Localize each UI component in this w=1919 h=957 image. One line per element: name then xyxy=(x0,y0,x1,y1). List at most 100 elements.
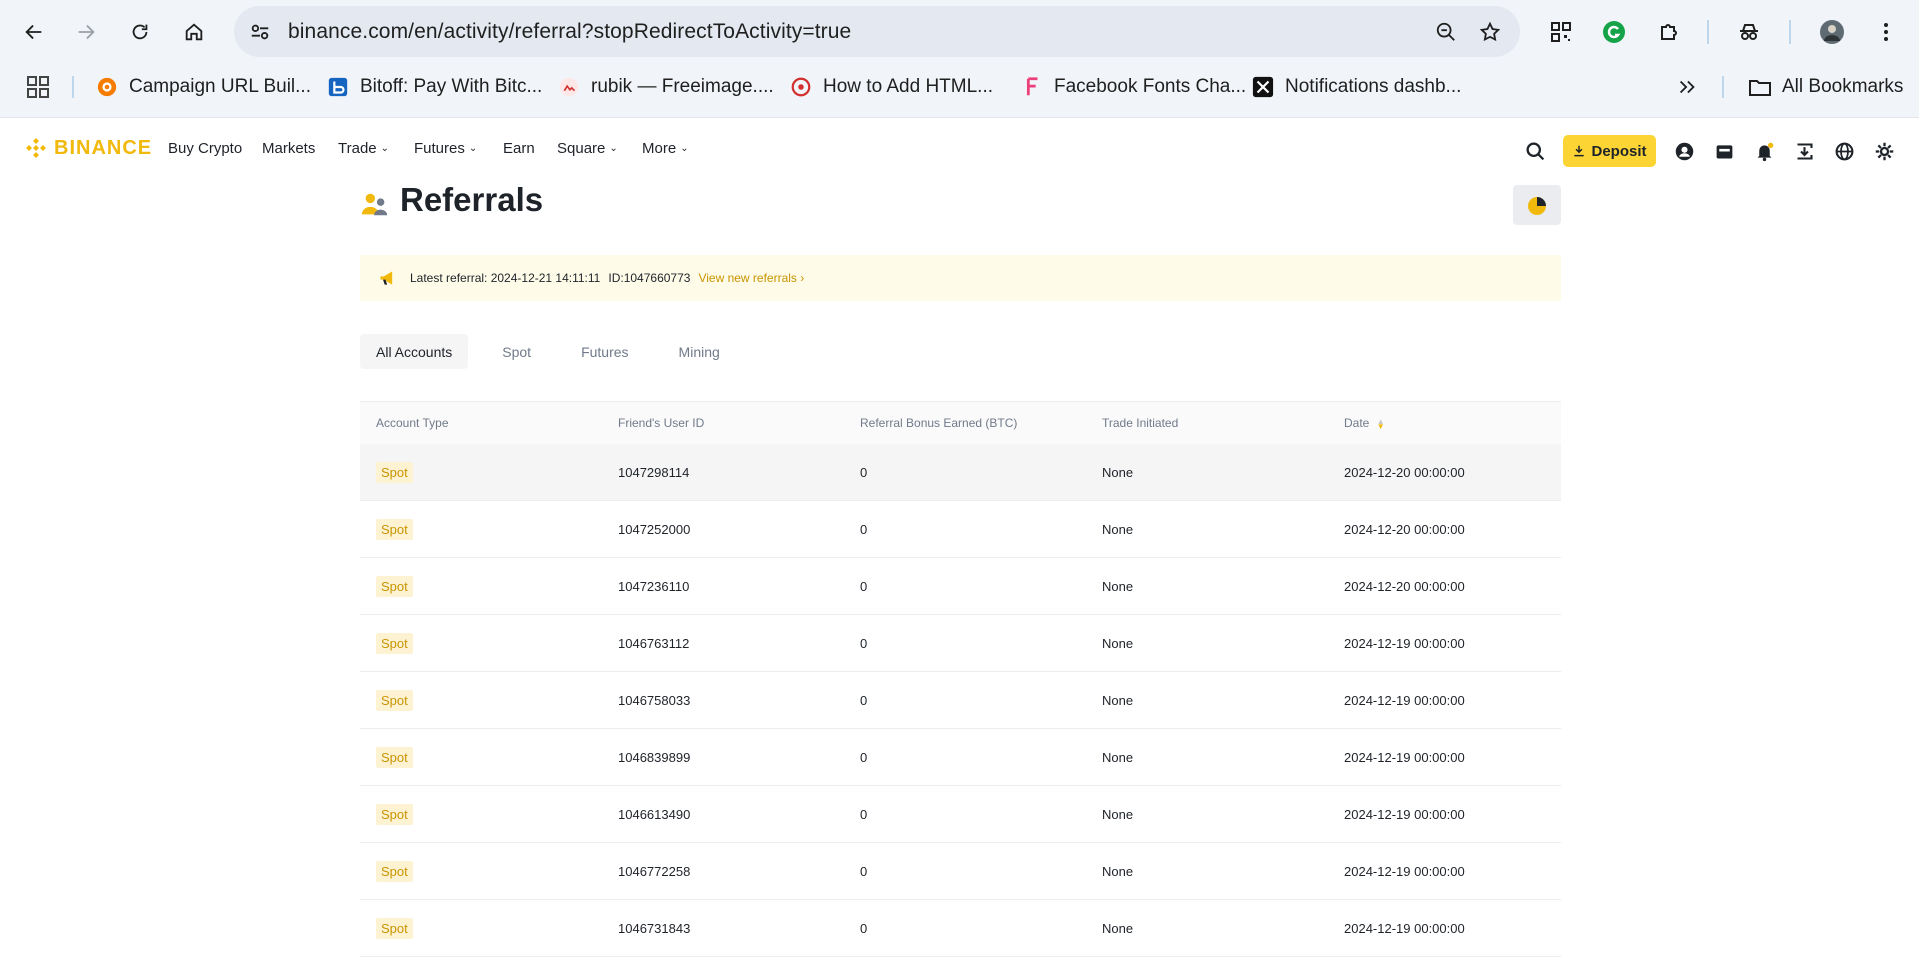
address-bar[interactable]: binance.com/en/activity/referral?stopRed… xyxy=(234,6,1520,57)
nav-more[interactable]: More ⌄ xyxy=(642,140,689,157)
account-type-badge: Spot xyxy=(376,461,413,483)
view-new-referrals-link[interactable]: View new referrals › xyxy=(698,271,804,285)
downloads-button[interactable] xyxy=(1792,139,1816,163)
tab-spot[interactable]: Spot xyxy=(486,334,547,369)
extensions-button[interactable] xyxy=(1651,14,1687,50)
tab-futures[interactable]: Futures xyxy=(565,334,644,369)
latest-referral-notice: Latest referral: 2024-12-21 14:11:11 ID:… xyxy=(360,255,1561,301)
table-row: Spot 1046613490 0 None 2024-12-19 00:00:00 xyxy=(360,786,1561,843)
table-cell: 2024-12-20 00:00:00 xyxy=(1344,464,1465,480)
sort-icon[interactable]: ▲ ▼ xyxy=(1377,417,1385,430)
site-search-button[interactable] xyxy=(1523,139,1547,163)
avatar-icon xyxy=(1820,20,1844,44)
notifications-button[interactable] xyxy=(1752,139,1776,163)
table-cell: 0 xyxy=(860,692,868,708)
reload-icon xyxy=(132,24,148,40)
profile-button[interactable] xyxy=(1814,14,1850,50)
search-icon xyxy=(1525,141,1544,160)
bookmark-star-button[interactable] xyxy=(1472,14,1508,50)
facebook-fonts-icon xyxy=(1020,75,1044,99)
table-cell: Spot xyxy=(360,746,602,768)
nav-markets[interactable]: Markets xyxy=(262,140,315,157)
table-cell: 0 xyxy=(860,920,868,936)
table-cell: None xyxy=(1102,635,1134,651)
table-cell: 1046772258 xyxy=(618,863,691,879)
nav-trade[interactable]: Trade ⌄ xyxy=(338,140,389,157)
table-row: Spot 1046763112 0 None 2024-12-19 00:00:00 xyxy=(360,615,1561,672)
table-cell: None xyxy=(1102,521,1134,537)
binance-logo[interactable]: BINANCE xyxy=(24,136,152,160)
nav-square[interactable]: Square ⌄ xyxy=(557,140,618,157)
nav-label: More xyxy=(642,140,677,157)
stats-chart-button[interactable] xyxy=(1513,185,1561,225)
user-icon xyxy=(1675,142,1693,160)
nav-label: Earn xyxy=(503,140,535,157)
qr-code-icon xyxy=(1551,22,1571,42)
binance-diamond-icon xyxy=(26,138,46,158)
bookmark-item[interactable]: Campaign URL Buil... xyxy=(95,66,311,108)
notice-text: Latest referral: 2024-12-21 14:11:11 xyxy=(410,271,601,285)
account-type-badge: Spot xyxy=(376,632,413,654)
tab-mining[interactable]: Mining xyxy=(663,334,736,369)
zoom-button[interactable] xyxy=(1428,14,1464,50)
home-button[interactable] xyxy=(176,14,212,50)
incognito-icon xyxy=(1740,24,1758,40)
more-bookmarks-button[interactable] xyxy=(1676,66,1698,108)
nav-futures[interactable]: Futures ⌄ xyxy=(414,140,477,157)
table-cell: None xyxy=(1102,692,1134,708)
folder-icon xyxy=(1748,75,1772,99)
language-button[interactable] xyxy=(1832,139,1856,163)
table-cell: None xyxy=(1102,749,1134,765)
download-icon xyxy=(1574,145,1585,157)
nav-buy-crypto[interactable]: Buy Crypto xyxy=(168,140,242,157)
table-cell: Spot xyxy=(360,803,602,825)
notice-id: ID:1047660773 xyxy=(608,271,691,285)
table-cell: 2024-12-19 00:00:00 xyxy=(1344,692,1465,708)
all-bookmarks-button[interactable]: All Bookmarks xyxy=(1748,66,1903,108)
incognito-button[interactable] xyxy=(1731,14,1767,50)
settings-button[interactable] xyxy=(1872,139,1896,163)
wallet-button[interactable] xyxy=(1712,139,1736,163)
table-cell: 0 xyxy=(860,521,868,537)
table-cell: 0 xyxy=(860,464,868,480)
table-cell: 0 xyxy=(860,578,868,594)
tab-all-accounts[interactable]: All Accounts xyxy=(360,334,469,369)
nav-earn[interactable]: Earn xyxy=(503,140,535,157)
table-row: Spot 1047236110 0 None 2024-12-20 00:00:00 xyxy=(360,558,1561,615)
bookmark-label: Campaign URL Buil... xyxy=(129,76,311,97)
bookmark-item[interactable]: How to Add HTML... xyxy=(789,66,993,108)
column-header-date[interactable]: Date ▲ ▼ xyxy=(1328,416,1561,430)
grammarly-extension[interactable] xyxy=(1596,14,1632,50)
deposit-button[interactable]: Deposit xyxy=(1563,135,1656,167)
account-button[interactable] xyxy=(1672,139,1696,163)
account-type-badge: Spot xyxy=(376,689,413,711)
url-text[interactable]: binance.com/en/activity/referral?stopRed… xyxy=(288,20,851,44)
table-cell: 1047236110 xyxy=(618,578,690,594)
bookmark-label: Bitoff: Pay With Bitc... xyxy=(360,76,543,97)
bookmark-divider xyxy=(1722,76,1724,98)
forward-button[interactable] xyxy=(68,14,104,50)
table-cell: 0 xyxy=(860,635,868,651)
back-button[interactable] xyxy=(16,14,52,50)
browser-menu-button[interactable] xyxy=(1868,14,1904,50)
bookmark-item[interactable]: Notifications dashb... xyxy=(1251,66,1461,108)
bookmark-item[interactable]: Bitoff: Pay With Bitc... xyxy=(326,66,542,108)
table-cell: 1046758033 xyxy=(618,692,691,708)
reload-button[interactable] xyxy=(122,14,158,50)
table-cell: 1046731843 xyxy=(618,920,691,936)
arrow-left-icon xyxy=(25,24,42,40)
apps-button[interactable] xyxy=(26,66,50,108)
table-cell: Spot xyxy=(360,518,602,540)
table-cell: 2024-12-19 00:00:00 xyxy=(1344,635,1465,651)
double-chevron-right-icon xyxy=(1679,80,1695,94)
table-cell: Spot xyxy=(360,917,602,939)
table-cell: 2024-12-19 00:00:00 xyxy=(1344,749,1465,765)
column-header-user-id: Friend's User ID xyxy=(618,416,705,430)
table-row: Spot 1046839899 0 None 2024-12-19 00:00:00 xyxy=(360,729,1561,786)
page-title: Referrals xyxy=(400,181,544,218)
bookmark-item[interactable]: Facebook Fonts Cha... xyxy=(1020,66,1246,108)
bookmark-label: Facebook Fonts Cha... xyxy=(1054,76,1247,97)
qr-extension[interactable] xyxy=(1543,14,1579,50)
site-info-button[interactable] xyxy=(242,14,278,50)
bookmark-item[interactable]: rubik — Freeimage.... xyxy=(557,66,774,108)
